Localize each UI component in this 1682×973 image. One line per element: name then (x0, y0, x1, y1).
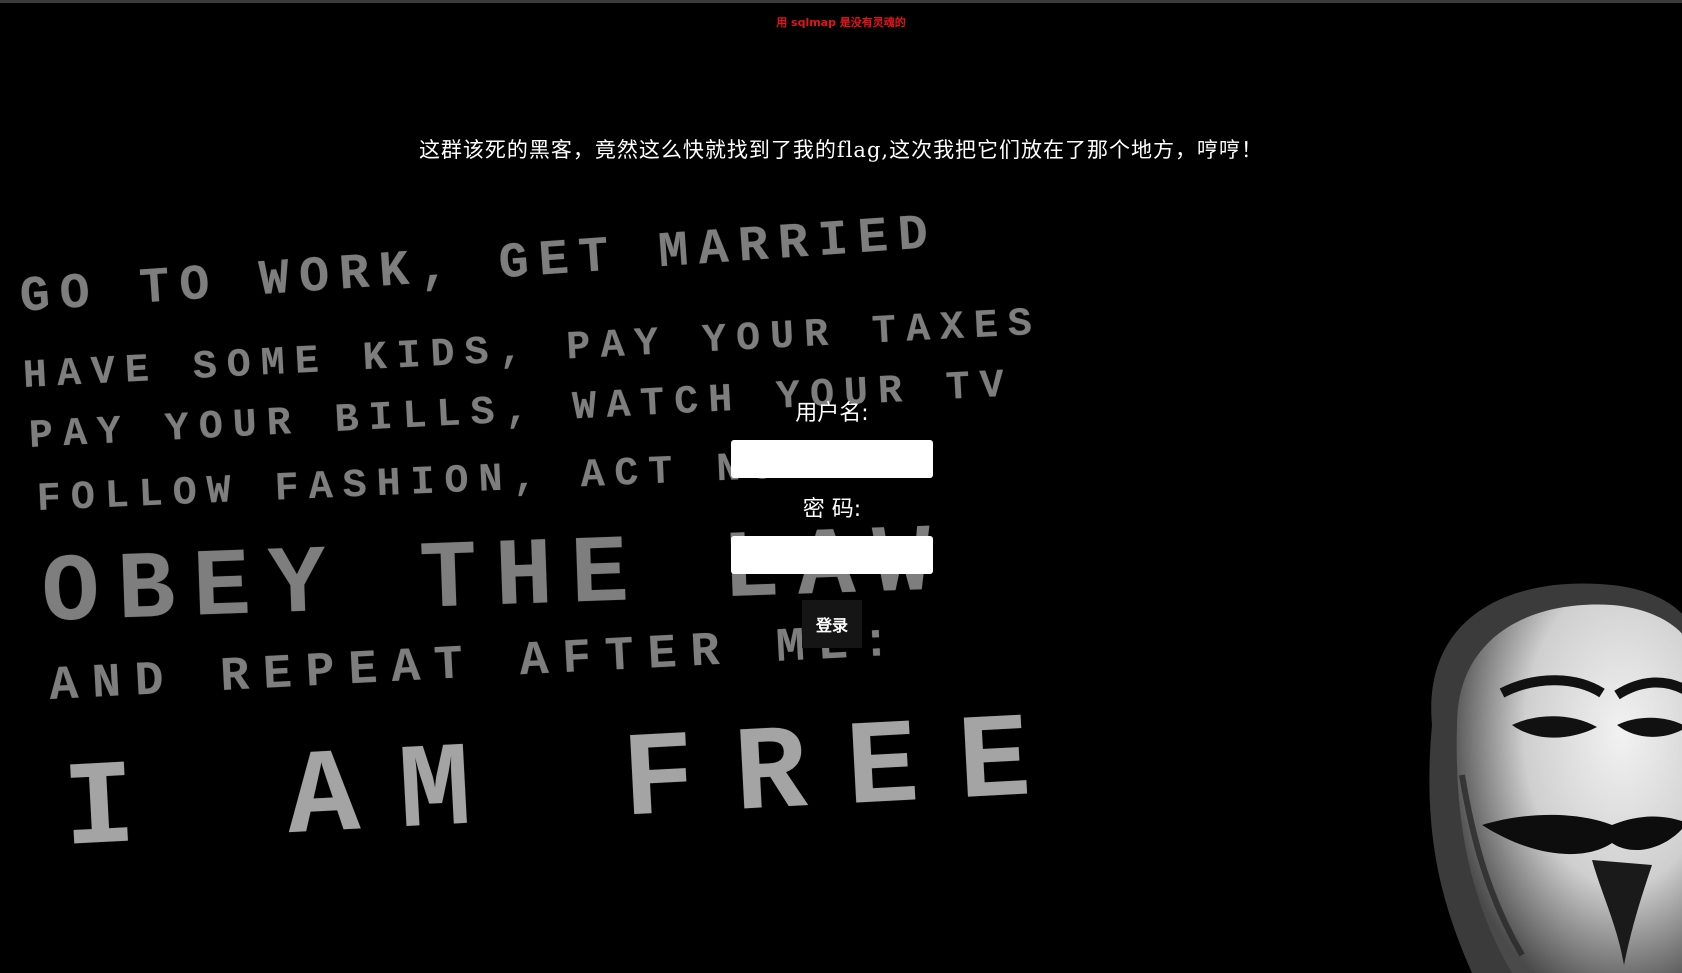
password-label: 密 码: (802, 497, 862, 522)
background-slogan-line: GO TO WORK, GET MARRIED (18, 205, 940, 327)
background-slogan-line: I AM FREE (60, 692, 1074, 881)
username-input[interactable] (731, 440, 933, 478)
sqlmap-warning-banner: 用 sqlmap 是没有灵魂的 (776, 16, 906, 29)
login-form: 用户名: 密 码: 登录 (720, 398, 944, 648)
guy-fawkes-mask-icon (1429, 583, 1682, 973)
username-label: 用户名: (795, 401, 869, 426)
login-button[interactable]: 登录 (802, 600, 862, 648)
password-input[interactable] (731, 536, 933, 574)
taunt-message: 这群该死的黑客，竟然这么快就找到了我的flag,这次我把它们放在了那个地方，哼哼… (418, 138, 1264, 162)
